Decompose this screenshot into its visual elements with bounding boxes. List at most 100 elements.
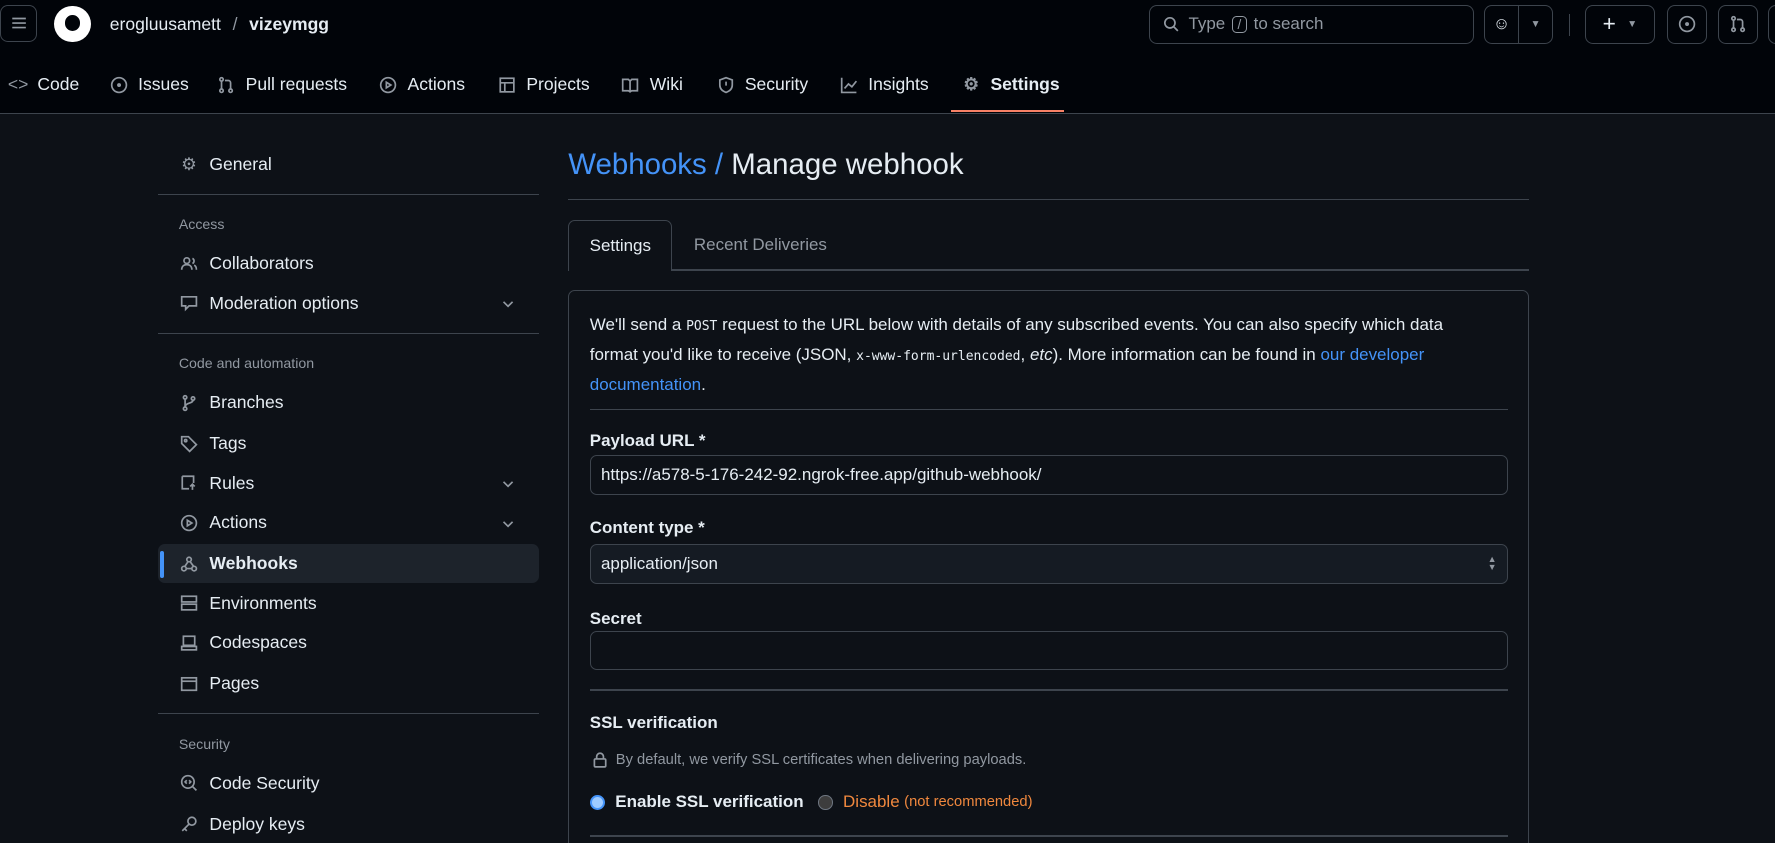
sidebar-item-label: General	[209, 153, 272, 174]
webhook-icon	[179, 554, 199, 574]
play-icon	[179, 513, 199, 533]
tab-insights[interactable]: Insights	[839, 70, 929, 99]
post-code: POST	[686, 319, 718, 335]
key-icon	[179, 814, 199, 834]
chevron-down-icon	[498, 474, 518, 494]
shield-icon	[715, 75, 735, 95]
search-shortcut-key: /	[1232, 15, 1247, 33]
sidebar-item-rules[interactable]: Rules	[168, 464, 530, 502]
inbox-button[interactable]	[1768, 4, 1775, 45]
ssl-enable-radio[interactable]: Enable SSL verification	[589, 792, 804, 812]
intro-text: We'll send a POST request to the URL bel…	[590, 311, 1484, 398]
ssl-enable-label: Enable SSL verification	[615, 792, 804, 812]
gear-icon: ⚙	[963, 74, 980, 95]
sidebar-item-codespaces[interactable]: Codespaces	[168, 624, 530, 662]
tab-underline	[950, 109, 1065, 113]
sidebar-item-label: Webhooks	[209, 553, 298, 574]
search-input[interactable]: Type / to search	[1148, 4, 1474, 45]
intro-part: We'll send a	[589, 315, 687, 335]
tab-wiki[interactable]: Wiki	[620, 70, 683, 99]
content-type-label: Content type *	[589, 518, 705, 538]
content-type-value: application/json	[600, 554, 718, 574]
tab-recent-deliveries[interactable]: Recent Deliveries	[694, 235, 827, 255]
divider	[589, 408, 1508, 410]
tab-projects[interactable]: Projects	[497, 70, 590, 99]
sidebar-item-label: Codespaces	[209, 632, 307, 653]
plus-icon: +	[1602, 11, 1616, 37]
graph-icon	[839, 75, 859, 95]
radio-checked-icon	[589, 794, 606, 811]
git-pull-request-icon	[1728, 14, 1748, 34]
issues-button[interactable]	[1667, 4, 1708, 45]
issue-icon	[1677, 14, 1697, 34]
tab-pull-requests[interactable]: Pull requests	[216, 70, 347, 99]
tab-label: Recent Deliveries	[693, 235, 827, 255]
intro-part: .	[701, 374, 706, 394]
owner-link[interactable]: erogluusamett	[110, 14, 221, 34]
sidebar-item-general[interactable]: ⚙ General	[168, 145, 530, 183]
lock-icon	[590, 749, 610, 769]
secret-label: Secret	[589, 609, 642, 629]
tab-settings[interactable]: ⚙ Settings	[961, 70, 1059, 99]
sidebar-item-deploy-keys[interactable]: Deploy keys	[168, 805, 530, 843]
people-icon	[179, 254, 199, 274]
sidebar-item-collaborators[interactable]: Collaborators	[168, 245, 530, 283]
sidebar-item-label: Deploy keys	[209, 813, 305, 834]
intro-part: ). More information can be found in	[1052, 345, 1321, 365]
sidebar-item-webhooks[interactable]: Webhooks	[158, 544, 539, 583]
search-placeholder: Type	[1188, 14, 1226, 34]
sidebar-item-environments[interactable]: Environments	[168, 584, 530, 622]
select-arrows-icon: ▲ ▼	[1487, 554, 1497, 573]
menu-button[interactable]	[0, 4, 38, 42]
sidebar-item-label: Code Security	[209, 772, 320, 793]
sidebar-item-actions[interactable]: Actions	[168, 504, 530, 542]
sidebar-heading-security: Security	[178, 735, 230, 752]
ssl-disable-radio[interactable]: Disable (not recommended)	[818, 792, 1032, 812]
tab-label: Settings	[589, 235, 651, 255]
sidebar-item-moderation-options[interactable]: Moderation options	[168, 284, 530, 322]
sidebar-item-code-security[interactable]: Code Security	[168, 764, 530, 802]
play-icon	[378, 75, 398, 95]
tab-code[interactable]: <> Code	[8, 70, 79, 99]
tab-label: Wiki	[649, 74, 683, 95]
tab-webhook-settings[interactable]: Settings	[568, 219, 673, 271]
secret-input[interactable]	[589, 630, 1508, 671]
pull-requests-button[interactable]	[1718, 4, 1758, 45]
codespaces-icon	[179, 633, 199, 653]
page-title-text: Manage webhook	[731, 148, 964, 182]
payload-url-value: https://a578-5-176-242-92.ngrok-free.app…	[600, 464, 1042, 484]
payload-url-input[interactable]: https://a578-5-176-242-92.ngrok-free.app…	[589, 455, 1508, 495]
ssl-disable-note: (not recommended)	[904, 794, 1033, 811]
github-logo[interactable]	[54, 5, 91, 42]
tab-issues[interactable]: Issues	[109, 70, 189, 99]
webhooks-breadcrumb-link[interactable]: Webhooks /	[568, 148, 723, 181]
copilot-button[interactable]: ☺ ▼	[1484, 4, 1554, 45]
chevron-down-icon: ▼	[1627, 18, 1638, 30]
sidebar-item-tags[interactable]: Tags	[168, 425, 530, 463]
sidebar-heading-code-automation: Code and automation	[178, 355, 315, 372]
sidebar-item-branches[interactable]: Branches	[168, 384, 530, 422]
divider	[158, 193, 539, 195]
create-new-button[interactable]: + ▼	[1584, 4, 1655, 45]
divider	[158, 332, 539, 334]
tab-label: Code	[37, 74, 80, 95]
encoding-code: x-www-form-urlencoded	[856, 349, 1021, 365]
divider	[1568, 13, 1571, 37]
sidebar-item-pages[interactable]: Pages	[168, 664, 530, 702]
repo-header: erogluusamett / vizeymgg Type / to searc…	[0, 0, 1775, 115]
content-type-select[interactable]: application/json ▲ ▼	[589, 544, 1508, 585]
tab-label: Insights	[868, 74, 929, 95]
tab-actions[interactable]: Actions	[378, 70, 465, 99]
sidebar-item-label: Collaborators	[209, 253, 314, 274]
book-icon	[620, 75, 640, 95]
repo-link[interactable]: vizeymgg	[249, 14, 329, 34]
chevron-down-icon	[498, 514, 518, 534]
divider	[589, 689, 1508, 691]
sidebar-item-label: Tags	[209, 433, 247, 454]
tab-security[interactable]: Security	[715, 70, 808, 99]
intro-part: ,	[1020, 345, 1030, 365]
server-icon	[179, 593, 199, 613]
tab-label: Projects	[526, 74, 590, 95]
chevron-down-icon	[498, 294, 518, 314]
sidebar-item-label: Actions	[209, 512, 267, 533]
